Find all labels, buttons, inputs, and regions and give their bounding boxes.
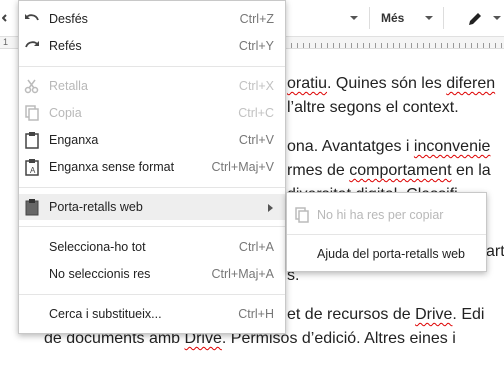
toolbar-divider	[369, 7, 370, 29]
menu-item-label: Copia	[49, 106, 82, 120]
menu-item-shortcut: Ctrl+Maj+A	[211, 267, 274, 281]
pen-icon[interactable]	[466, 10, 484, 28]
menu-item-redo[interactable]: Refés Ctrl+Y	[19, 33, 285, 59]
menu-item-shortcut: Ctrl+C	[238, 106, 274, 120]
menu-item-find-replace[interactable]: Cerca i substitueix... Ctrl+H	[19, 301, 285, 327]
clipboard-icon	[25, 132, 39, 149]
menu-item-shortcut: Ctrl+A	[238, 240, 274, 254]
menu-item-shortcut: Ctrl+Maj+V	[211, 160, 274, 174]
menu-item-shortcut: Ctrl+H	[238, 307, 274, 321]
menu-item-shortcut: Ctrl+V	[238, 133, 274, 147]
menu-divider	[287, 234, 486, 235]
undo-icon	[25, 14, 39, 21]
menu-item-shortcut: Ctrl+Z	[239, 12, 274, 26]
menu-item-web-clipboard[interactable]: Porta-retalls web	[19, 194, 285, 220]
menu-item-undo[interactable]: Desfés Ctrl+Z	[19, 6, 285, 32]
menu-item-copy[interactable]: Copia Ctrl+C	[19, 100, 285, 126]
pen-dropdown-icon[interactable]	[493, 16, 501, 20]
menu-divider	[19, 294, 285, 295]
submenu-item-label: No hi ha res per copiar	[317, 208, 444, 222]
doc-line: ona. Avantatges i inconvenie	[287, 138, 491, 155]
chevron-down-icon[interactable]	[350, 16, 358, 20]
menu-item-label: Enganxa	[49, 133, 99, 147]
menu-item-label: Refés	[49, 39, 82, 53]
doc-line: l’altre segons el context.	[287, 99, 459, 116]
menu-item-label: Desfés	[49, 12, 88, 26]
doc-line: et de recursos de Drive. Edi	[287, 306, 485, 323]
submenu-item-nothing-to-copy[interactable]: No hi ha res per copiar	[287, 202, 486, 228]
menu-item-shortcut: Ctrl+X	[238, 79, 274, 93]
toolbar-divider	[443, 7, 444, 29]
submenu-item-help[interactable]: Ajuda del porta-retalls web	[287, 241, 486, 267]
ruler-number: 1	[3, 37, 9, 47]
copy-icon	[295, 207, 309, 223]
menu-item-select-all[interactable]: Selecciona-ho tot Ctrl+A	[19, 234, 285, 260]
menu-item-shortcut: Ctrl+Y	[238, 39, 274, 53]
scissors-icon	[24, 79, 39, 94]
menu-item-label: Cerca i substitueix...	[49, 307, 162, 321]
menu-item-paste[interactable]: Enganxa Ctrl+V	[19, 127, 285, 153]
menu-item-paste-without-format[interactable]: A Enganxa sense format Ctrl+Maj+V	[19, 154, 285, 180]
menu-item-label: Enganxa sense format	[49, 160, 175, 174]
more-dropdown-icon[interactable]	[425, 16, 433, 20]
copy-icon	[25, 105, 39, 121]
submenu-item-label: Ajuda del porta-retalls web	[317, 247, 465, 261]
redo-icon	[25, 41, 39, 48]
web-clipboard-icon	[25, 199, 39, 216]
chevron-right-icon	[268, 204, 273, 212]
ruler-ticks	[285, 43, 504, 48]
menu-divider	[19, 226, 285, 227]
menu-item-select-none[interactable]: No seleccionis res Ctrl+Maj+A	[19, 261, 285, 287]
menu-item-label: No seleccionis res	[49, 267, 151, 281]
menu-item-label: Porta-retalls web	[49, 200, 143, 214]
menu-divider	[19, 187, 285, 188]
doc-line: arti	[486, 243, 504, 260]
web-clipboard-submenu: No hi ha res per copiar Ajuda del porta-…	[286, 192, 487, 272]
menu-item-label: Retalla	[49, 79, 88, 93]
clipboard-text-icon: A	[25, 159, 39, 176]
svg-text:A: A	[30, 166, 36, 175]
more-button[interactable]: Més	[381, 11, 404, 25]
doc-line: rmes de comportament en la	[287, 162, 491, 179]
doc-line: oratiu. Quines són les diferen	[287, 75, 496, 92]
undo-icon[interactable]	[2, 10, 16, 26]
menu-divider	[19, 66, 285, 67]
edit-menu: Desfés Ctrl+Z Refés Ctrl+Y Retalla Ctrl+…	[18, 0, 286, 334]
menu-item-label: Selecciona-ho tot	[49, 240, 146, 254]
menu-item-cut[interactable]: Retalla Ctrl+X	[19, 73, 285, 99]
